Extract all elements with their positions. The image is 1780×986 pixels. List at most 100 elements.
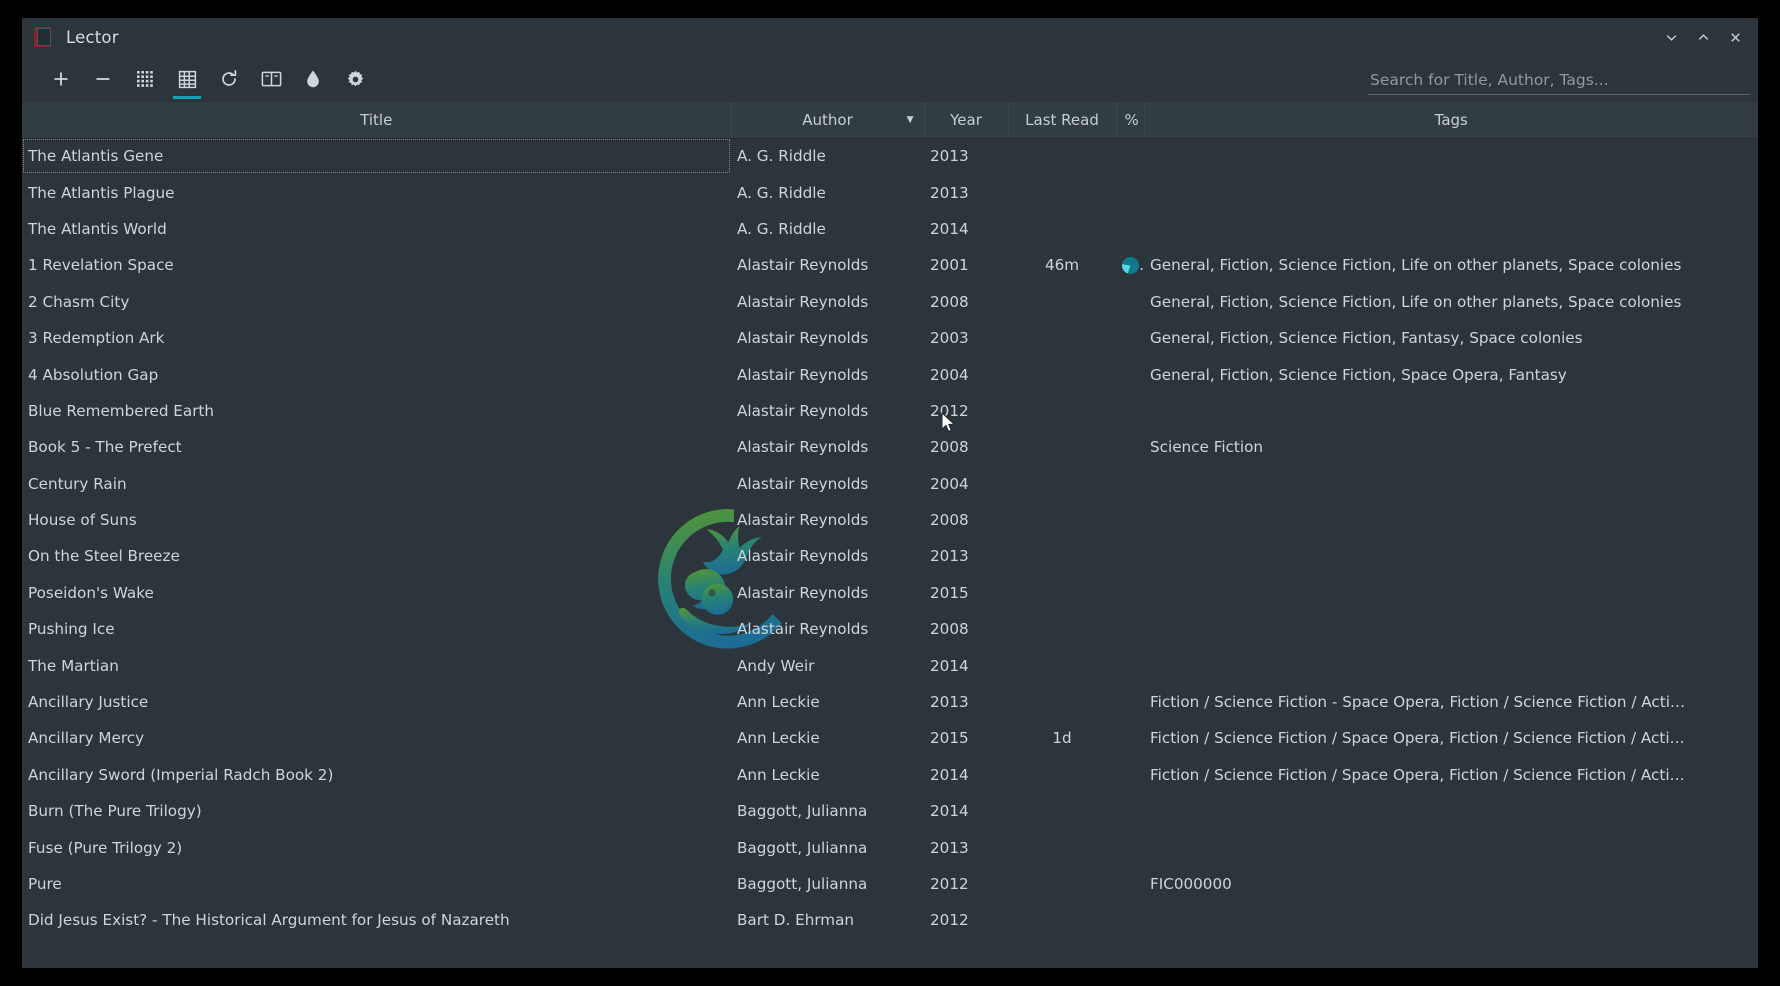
cell-percent[interactable] [1116,138,1144,174]
cell-last-read[interactable] [1008,211,1116,247]
cell-percent[interactable] [1116,757,1144,793]
cell-percent[interactable] [1116,247,1144,283]
cell-title[interactable]: Century Rain [22,466,731,502]
cell-percent[interactable] [1116,575,1144,611]
cell-author[interactable]: Alastair Reynolds [731,356,924,392]
theme-button[interactable] [292,56,334,102]
cell-author[interactable]: A. G. Riddle [731,138,924,174]
cell-title[interactable]: 3 Redemption Ark [22,320,731,356]
cell-last-read[interactable] [1008,538,1116,574]
cell-percent[interactable] [1116,720,1144,756]
cell-year[interactable]: 2008 [924,502,1008,538]
cell-title[interactable]: Book 5 - The Prefect [22,429,731,465]
cell-last-read[interactable] [1008,793,1116,829]
table-view-button[interactable] [166,56,208,102]
cell-title[interactable]: The Atlantis Plague [22,174,731,210]
table-row[interactable]: House of Suns Alastair Reynolds 2008 [22,502,1758,538]
cell-title[interactable]: Ancillary Mercy [22,720,731,756]
cell-tags[interactable] [1144,502,1758,538]
cell-tags[interactable] [1144,829,1758,865]
cell-author[interactable]: Alastair Reynolds [731,502,924,538]
table-row[interactable]: The Martian Andy Weir 2014 [22,647,1758,683]
cell-year[interactable]: 2008 [924,611,1008,647]
cell-last-read[interactable] [1008,829,1116,865]
cell-tags[interactable] [1144,538,1758,574]
cell-tags[interactable]: FIC000000 [1144,866,1758,902]
grid-view-button[interactable] [124,56,166,102]
cell-year[interactable]: 2001 [924,247,1008,283]
cell-percent[interactable] [1116,429,1144,465]
cell-author[interactable]: A. G. Riddle [731,211,924,247]
maximize-button[interactable] [1690,24,1716,50]
table-row[interactable]: On the Steel Breeze Alastair Reynolds 2013 [22,538,1758,574]
table-row[interactable]: 3 Redemption Ark Alastair Reynolds 2003 Gen… [22,320,1758,356]
cell-percent[interactable] [1116,356,1144,392]
table-row[interactable]: 1 Revelation Space Alastair Reynolds 2001 4… [22,247,1758,283]
cell-percent[interactable] [1116,684,1144,720]
cell-percent[interactable] [1116,647,1144,683]
cell-last-read[interactable] [1008,356,1116,392]
cell-tags[interactable]: General, Fiction, Science Fiction, Space… [1144,356,1758,392]
cell-last-read[interactable] [1008,575,1116,611]
column-header-percent[interactable]: % [1116,102,1145,139]
cell-author[interactable]: Alastair Reynolds [731,575,924,611]
table-row[interactable]: Book 5 - The Prefect Alastair Reynolds 200… [22,429,1758,465]
table-row[interactable]: Century Rain Alastair Reynolds 2004 [22,466,1758,502]
cell-year[interactable]: 2008 [924,284,1008,320]
cell-title[interactable]: 4 Absolution Gap [22,356,731,392]
column-header-title[interactable]: Title [22,102,732,139]
cell-year[interactable]: 2013 [924,138,1008,174]
remove-books-button[interactable] [82,56,124,102]
table-row[interactable]: Ancillary Mercy Ann Leckie 2015 1d Fiction /… [22,720,1758,756]
cell-tags[interactable] [1144,575,1758,611]
cell-tags[interactable] [1144,466,1758,502]
cell-percent[interactable] [1116,284,1144,320]
table-row[interactable]: Did Jesus Exist? - The Historical Argume… [22,902,1758,938]
cell-percent[interactable] [1116,393,1144,429]
cell-author[interactable]: Baggott, Julianna [731,793,924,829]
cell-percent[interactable] [1116,902,1144,938]
cell-year[interactable]: 2013 [924,829,1008,865]
cell-author[interactable]: Bart D. Ehrman [731,902,924,938]
cell-percent[interactable] [1116,793,1144,829]
cell-title[interactable]: The Atlantis Gene [22,138,731,174]
cell-last-read[interactable] [1008,902,1116,938]
table-row[interactable]: Blue Remembered Earth Alastair Reynolds 20… [22,393,1758,429]
cell-year[interactable]: 2014 [924,793,1008,829]
cell-percent[interactable] [1116,211,1144,247]
cell-tags[interactable] [1144,793,1758,829]
cell-percent[interactable] [1116,466,1144,502]
column-header-year[interactable]: Year [924,102,1009,139]
cell-title[interactable]: Pushing Ice [22,611,731,647]
cell-last-read[interactable] [1008,320,1116,356]
cell-tags[interactable] [1144,393,1758,429]
cell-tags[interactable]: General, Fiction, Science Fiction, Fanta… [1144,320,1758,356]
cell-author[interactable]: Alastair Reynolds [731,320,924,356]
cell-last-read[interactable] [1008,684,1116,720]
cell-tags[interactable]: General, Fiction, Science Fiction, Life … [1144,284,1758,320]
cell-title[interactable]: The Martian [22,647,731,683]
table-row[interactable]: Fuse (Pure Trilogy 2) Baggott, Julianna 20… [22,829,1758,865]
cell-author[interactable]: Alastair Reynolds [731,247,924,283]
cell-tags[interactable] [1144,611,1758,647]
cell-tags[interactable] [1144,647,1758,683]
cell-percent[interactable] [1116,829,1144,865]
cell-percent[interactable] [1116,611,1144,647]
cell-last-read[interactable] [1008,757,1116,793]
cell-author[interactable]: Baggott, Julianna [731,866,924,902]
cell-year[interactable]: 2004 [924,356,1008,392]
column-header-author[interactable]: Author ▼ [731,102,925,139]
cell-tags[interactable]: General, Fiction, Science Fiction, Life … [1144,247,1758,283]
cell-tags[interactable] [1144,174,1758,210]
minimize-button[interactable] [1658,24,1684,50]
cell-title[interactable]: Did Jesus Exist? - The Historical Argume… [22,902,731,938]
column-header-tags[interactable]: Tags [1144,102,1758,139]
cell-year[interactable]: 2014 [924,211,1008,247]
cell-year[interactable]: 2004 [924,466,1008,502]
cell-author[interactable]: Ann Leckie [731,720,924,756]
cell-tags[interactable]: Science Fiction [1144,429,1758,465]
settings-button[interactable] [334,56,376,102]
cell-title[interactable]: Poseidon's Wake [22,575,731,611]
cell-author[interactable]: A. G. Riddle [731,174,924,210]
cell-year[interactable]: 2014 [924,647,1008,683]
